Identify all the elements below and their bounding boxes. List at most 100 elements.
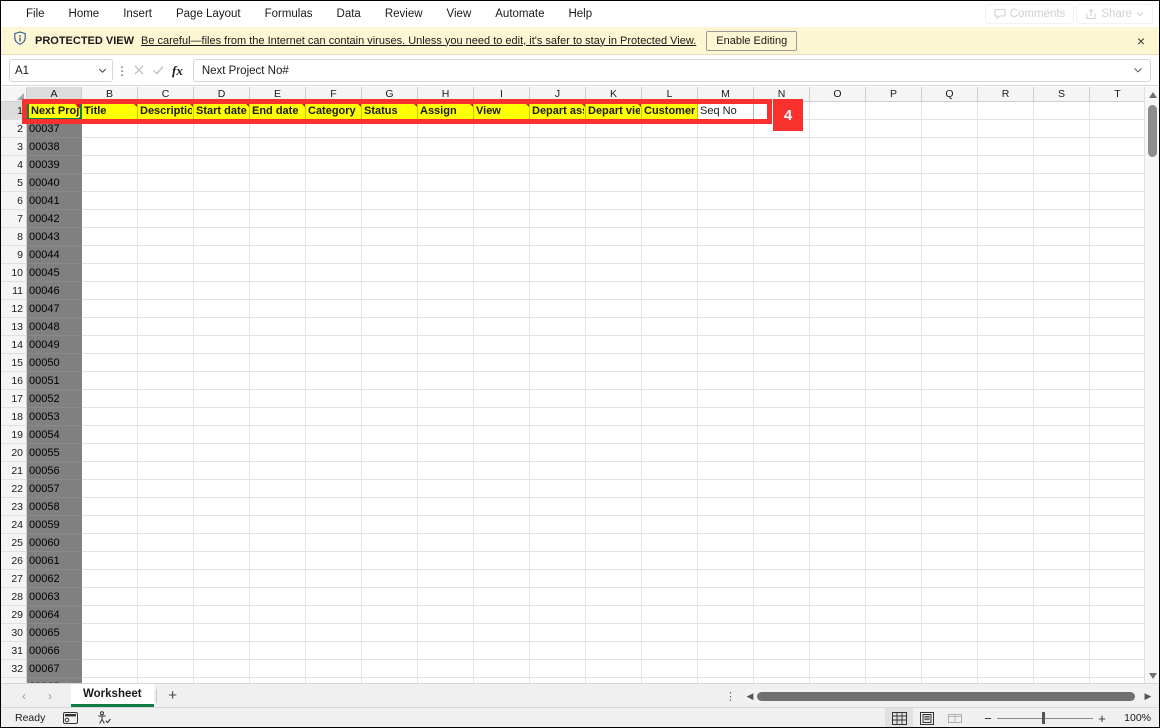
cell-B16[interactable] xyxy=(82,372,138,390)
cell-C27[interactable] xyxy=(138,570,194,588)
cell-P26[interactable] xyxy=(866,552,922,570)
cell-S24[interactable] xyxy=(1034,516,1090,534)
cell-M27[interactable] xyxy=(698,570,754,588)
cell-O18[interactable] xyxy=(810,408,866,426)
cell-Q10[interactable] xyxy=(922,264,978,282)
cell-A4[interactable]: 00039 xyxy=(27,156,82,174)
cell-F31[interactable] xyxy=(306,642,362,660)
cell-T10[interactable] xyxy=(1090,264,1146,282)
cell-P14[interactable] xyxy=(866,336,922,354)
cell-M12[interactable] xyxy=(698,300,754,318)
cell-G20[interactable] xyxy=(362,444,418,462)
cell-H18[interactable] xyxy=(418,408,474,426)
row-header-28[interactable]: 28 xyxy=(1,588,27,606)
cell-F21[interactable] xyxy=(306,462,362,480)
cell-E10[interactable] xyxy=(250,264,306,282)
cell-C26[interactable] xyxy=(138,552,194,570)
zoom-in-button[interactable]: + xyxy=(1093,711,1111,726)
cell-L12[interactable] xyxy=(642,300,698,318)
cell-H2[interactable] xyxy=(418,120,474,138)
cell-A19[interactable]: 00054 xyxy=(27,426,82,444)
cell-M26[interactable] xyxy=(698,552,754,570)
sheet-tab-worksheet[interactable]: Worksheet xyxy=(71,684,154,707)
cell-I10[interactable] xyxy=(474,264,530,282)
cell-B25[interactable] xyxy=(82,534,138,552)
cell-C20[interactable] xyxy=(138,444,194,462)
cell-I20[interactable] xyxy=(474,444,530,462)
cell-I17[interactable] xyxy=(474,390,530,408)
cell-T31[interactable] xyxy=(1090,642,1146,660)
cell-R1[interactable] xyxy=(978,102,1034,120)
insert-function-icon[interactable]: fx xyxy=(172,63,183,79)
cell-D25[interactable] xyxy=(194,534,250,552)
cell-F3[interactable] xyxy=(306,138,362,156)
cell-A7[interactable]: 00042 xyxy=(27,210,82,228)
cell-I1[interactable]: View xyxy=(474,102,530,120)
add-sheet-button[interactable]: + xyxy=(157,685,189,707)
cell-L19[interactable] xyxy=(642,426,698,444)
cell-K21[interactable] xyxy=(586,462,642,480)
cell-D23[interactable] xyxy=(194,498,250,516)
cell-L20[interactable] xyxy=(642,444,698,462)
previous-sheet-icon[interactable]: ‹ xyxy=(11,685,37,707)
row-header-7[interactable]: 7 xyxy=(1,210,27,228)
cell-J6[interactable] xyxy=(530,192,586,210)
cell-N21[interactable] xyxy=(754,462,810,480)
cell-Q5[interactable] xyxy=(922,174,978,192)
cell-A3[interactable]: 00038 xyxy=(27,138,82,156)
cell-K31[interactable] xyxy=(586,642,642,660)
cell-N6[interactable] xyxy=(754,192,810,210)
cell-R3[interactable] xyxy=(978,138,1034,156)
cell-S23[interactable] xyxy=(1034,498,1090,516)
cell-O1[interactable] xyxy=(810,102,866,120)
cell-S10[interactable] xyxy=(1034,264,1090,282)
cell-T32[interactable] xyxy=(1090,660,1146,678)
cell-L10[interactable] xyxy=(642,264,698,282)
cell-E7[interactable] xyxy=(250,210,306,228)
normal-view-button[interactable] xyxy=(885,708,913,727)
cell-J9[interactable] xyxy=(530,246,586,264)
cell-K2[interactable] xyxy=(586,120,642,138)
cell-T13[interactable] xyxy=(1090,318,1146,336)
cell-A20[interactable]: 00055 xyxy=(27,444,82,462)
cell-K29[interactable] xyxy=(586,606,642,624)
cell-H15[interactable] xyxy=(418,354,474,372)
cell-I12[interactable] xyxy=(474,300,530,318)
cell-M9[interactable] xyxy=(698,246,754,264)
cell-L24[interactable] xyxy=(642,516,698,534)
cell-L29[interactable] xyxy=(642,606,698,624)
cell-Q6[interactable] xyxy=(922,192,978,210)
column-header-m[interactable]: M xyxy=(698,87,754,102)
cell-L28[interactable] xyxy=(642,588,698,606)
cell-O16[interactable] xyxy=(810,372,866,390)
cell-R26[interactable] xyxy=(978,552,1034,570)
cell-C15[interactable] xyxy=(138,354,194,372)
select-all-corner[interactable] xyxy=(1,87,27,102)
cell-A28[interactable]: 00063 xyxy=(27,588,82,606)
cell-H9[interactable] xyxy=(418,246,474,264)
cell-J10[interactable] xyxy=(530,264,586,282)
cell-H23[interactable] xyxy=(418,498,474,516)
cell-I19[interactable] xyxy=(474,426,530,444)
cell-I5[interactable] xyxy=(474,174,530,192)
cell-J14[interactable] xyxy=(530,336,586,354)
row-header-8[interactable]: 8 xyxy=(1,228,27,246)
row-header-3[interactable]: 3 xyxy=(1,138,27,156)
row-header-27[interactable]: 27 xyxy=(1,570,27,588)
cell-E4[interactable] xyxy=(250,156,306,174)
enable-editing-button[interactable]: Enable Editing xyxy=(706,30,798,51)
cell-F15[interactable] xyxy=(306,354,362,372)
cell-T30[interactable] xyxy=(1090,624,1146,642)
cell-T21[interactable] xyxy=(1090,462,1146,480)
cell-C30[interactable] xyxy=(138,624,194,642)
cell-G18[interactable] xyxy=(362,408,418,426)
cell-H7[interactable] xyxy=(418,210,474,228)
cell-Q26[interactable] xyxy=(922,552,978,570)
row-header-14[interactable]: 14 xyxy=(1,336,27,354)
cell-C6[interactable] xyxy=(138,192,194,210)
cell-G16[interactable] xyxy=(362,372,418,390)
cell-A27[interactable]: 00062 xyxy=(27,570,82,588)
cell-J3[interactable] xyxy=(530,138,586,156)
cell-F5[interactable] xyxy=(306,174,362,192)
cell-O32[interactable] xyxy=(810,660,866,678)
